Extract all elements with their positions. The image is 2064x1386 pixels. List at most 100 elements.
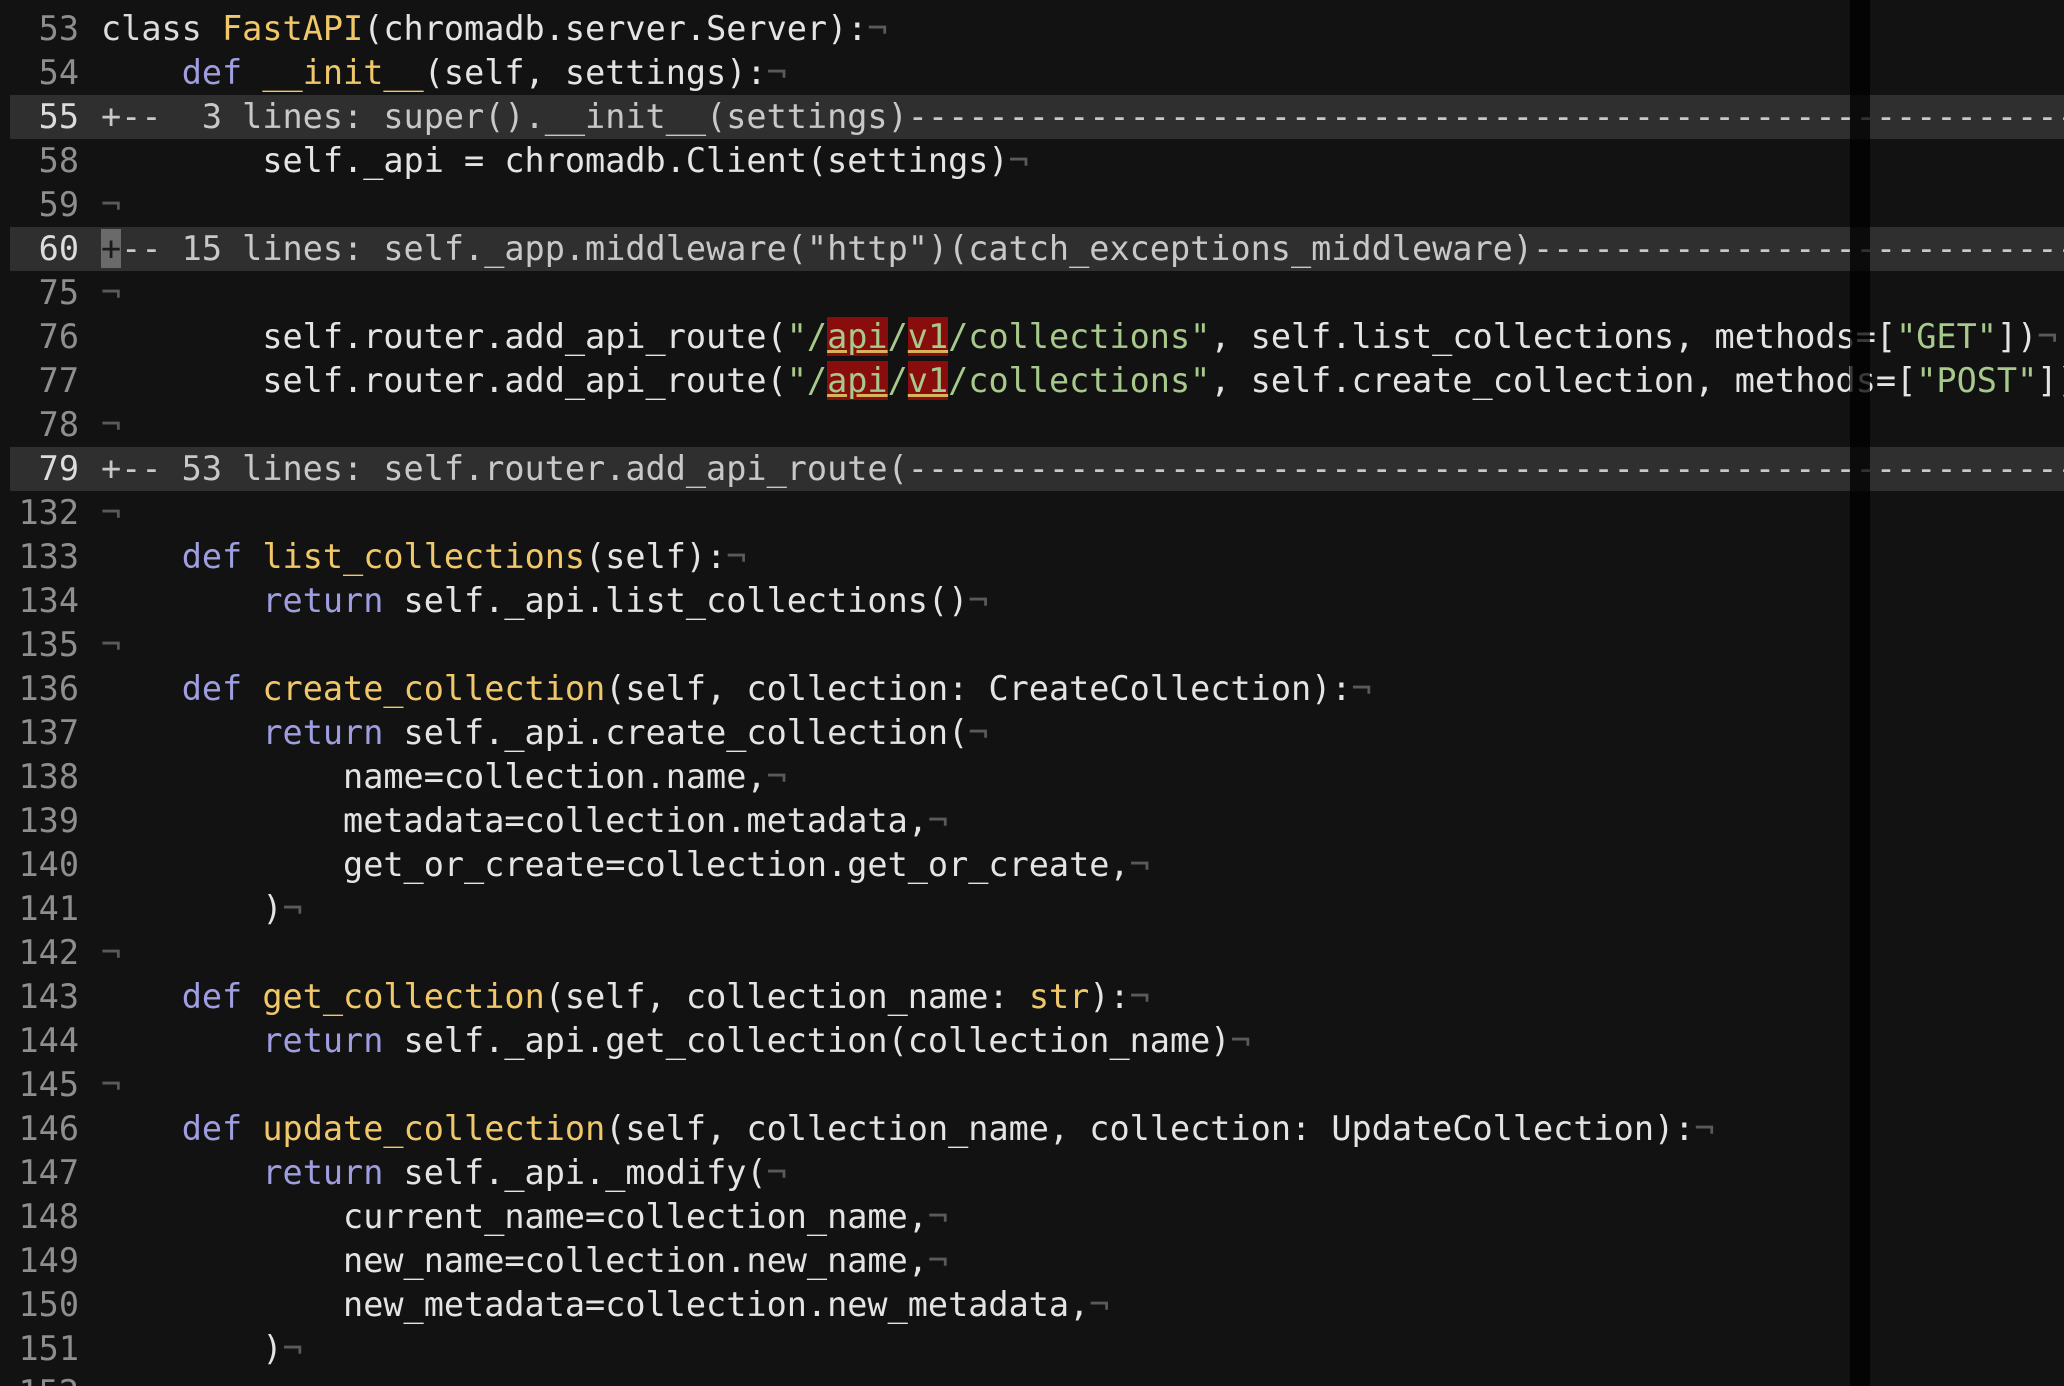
folded-line[interactable]: 79 +-- 53 lines: self.router.add_api_rout…	[10, 447, 2064, 491]
line-number: 60	[38, 229, 79, 268]
line-number: 58	[38, 141, 79, 180]
code-line[interactable]: 54 def __init__(self, settings):¬	[10, 51, 2064, 95]
code-line[interactable]: 150 new_metadata=collection.new_metadata…	[10, 1283, 2064, 1327]
code-text[interactable]: def get_collection(self, collection_name…	[101, 975, 1150, 1019]
code-token: new_metadata=collection.new_metadata,	[101, 1285, 1090, 1324]
fold-summary[interactable]: +-- 3 lines: super().__init__(settings)-…	[101, 95, 2064, 139]
code-text[interactable]: new_metadata=collection.new_metadata,¬	[101, 1283, 1109, 1327]
code-text[interactable]: def update_collection(self, collection_n…	[101, 1107, 1715, 1151]
line-number: 55	[38, 97, 79, 136]
code-token: self._api = chromadb.Client(settings)	[101, 141, 1009, 180]
code-line[interactable]: 140 get_or_create=collection.get_or_crea…	[10, 843, 2064, 887]
code-line[interactable]: 149 new_name=collection.new_name,¬	[10, 1239, 2064, 1283]
code-line[interactable]: 148 current_name=collection_name,¬	[10, 1195, 2064, 1239]
code-token: ----------------------------------------…	[1532, 229, 2064, 268]
code-line[interactable]: 144 return self._api.get_collection(coll…	[10, 1019, 2064, 1063]
folded-line[interactable]: 60 +-- 15 lines: self._app.middleware("ht…	[10, 227, 2064, 271]
line-number: 53	[38, 9, 79, 48]
code-line[interactable]: 146 def update_collection(self, collecti…	[10, 1107, 2064, 1151]
gutter-spacer	[79, 843, 101, 887]
code-line[interactable]: 137 return self._api.create_collection(¬	[10, 711, 2064, 755]
gutter-spacer	[79, 271, 101, 315]
eol-marker: ¬	[1129, 845, 1150, 884]
gutter-spacer	[79, 139, 101, 183]
code-token: list_collections	[262, 537, 586, 576]
eol-marker: ¬	[927, 1241, 949, 1280]
code-token: def	[181, 53, 243, 92]
code-line[interactable]: 152	[10, 1371, 2064, 1386]
code-text[interactable]: )¬	[101, 887, 302, 931]
code-text[interactable]: return self._api._modify(¬	[101, 1151, 786, 1195]
code-text[interactable]: self.router.add_api_route("/api/v1/colle…	[101, 315, 2057, 359]
code-token: , self.list_collections, methods=[	[1210, 317, 1897, 356]
code-token: +-- 3 lines: super().__init__(settings)	[101, 97, 908, 136]
line-number: 79	[38, 449, 79, 488]
code-token: v1	[907, 317, 949, 356]
code-line[interactable]: 134 return self._api.list_collections()¬	[10, 579, 2064, 623]
code-text[interactable]: return self._api.list_collections()¬	[101, 579, 988, 623]
code-text[interactable]: ¬	[101, 271, 121, 315]
code-line[interactable]: 58 self._api = chromadb.Client(settings)…	[10, 139, 2064, 183]
code-text[interactable]: ¬	[101, 1063, 121, 1107]
line-number: 143	[18, 977, 79, 1016]
code-line[interactable]: 145 ¬	[10, 1063, 2064, 1107]
code-text[interactable]: name=collection.name,¬	[101, 755, 787, 799]
code-editor[interactable]: 53 class FastAPI(chromadb.server.Server):…	[0, 0, 2064, 1386]
code-line[interactable]: 151 )¬	[10, 1327, 2064, 1371]
gutter-spacer	[79, 711, 101, 755]
code-line[interactable]: 135 ¬	[10, 623, 2064, 667]
code-line[interactable]: 139 metadata=collection.metadata,¬	[10, 799, 2064, 843]
code-text[interactable]: current_name=collection_name,¬	[101, 1195, 948, 1239]
code-text[interactable]: return self._api.create_collection(¬	[101, 711, 988, 755]
code-text[interactable]: ¬	[101, 491, 121, 535]
code-text[interactable]: )¬	[101, 1327, 302, 1371]
code-line[interactable]: 133 def list_collections(self):¬	[10, 535, 2064, 579]
code-line[interactable]: 147 return self._api._modify(¬	[10, 1151, 2064, 1195]
fold-summary[interactable]: +-- 15 lines: self._app.middleware("http…	[101, 227, 2064, 271]
line-number: 148	[18, 1197, 79, 1236]
code-text[interactable]: self._api = chromadb.Client(settings)¬	[101, 139, 1028, 183]
code-text[interactable]: get_or_create=collection.get_or_create,¬	[101, 843, 1150, 887]
code-text[interactable]: def list_collections(self):¬	[101, 535, 747, 579]
gutter-spacer	[79, 887, 101, 931]
gutter-spacer	[79, 1239, 101, 1283]
code-line[interactable]: 77 self.router.add_api_route("/api/v1/co…	[10, 359, 2064, 403]
code-token: update_collection	[262, 1109, 606, 1148]
code-token: create_collection	[262, 669, 606, 708]
code-text[interactable]: metadata=collection.metadata,¬	[101, 799, 948, 843]
code-token: get_collection	[262, 977, 545, 1016]
code-text[interactable]: def __init__(self, settings):¬	[101, 51, 787, 95]
fold-summary[interactable]: +-- 53 lines: self.router.add_api_route(…	[101, 447, 2064, 491]
code-token: )	[101, 889, 283, 928]
code-line[interactable]: 143 def get_collection(self, collection_…	[10, 975, 2064, 1019]
code-line[interactable]: 141 )¬	[10, 887, 2064, 931]
folded-line[interactable]: 55 +-- 3 lines: super().__init__(settings…	[10, 95, 2064, 139]
code-line[interactable]: 76 self.router.add_api_route("/api/v1/co…	[10, 315, 2064, 359]
code-text[interactable]: ¬	[101, 623, 121, 667]
code-line[interactable]: 136 def create_collection(self, collecti…	[10, 667, 2064, 711]
code-token: v1	[907, 361, 949, 400]
line-number: 144	[18, 1021, 79, 1060]
code-text[interactable]: class FastAPI(chromadb.server.Server):¬	[101, 7, 888, 51]
code-text[interactable]: ¬	[101, 183, 121, 227]
code-text[interactable]: ¬	[101, 931, 121, 975]
code-token: ])	[2037, 361, 2064, 400]
editor-lines[interactable]: 53 class FastAPI(chromadb.server.Server):…	[10, 7, 2064, 1386]
line-number: 138	[18, 757, 79, 796]
code-text[interactable]: return self._api.get_collection(collecti…	[101, 1019, 1250, 1063]
code-line[interactable]: 53 class FastAPI(chromadb.server.Server):…	[10, 7, 2064, 51]
code-line[interactable]: 78 ¬	[10, 403, 2064, 447]
code-line[interactable]: 138 name=collection.name,¬	[10, 755, 2064, 799]
code-text[interactable]: new_name=collection.new_name,¬	[101, 1239, 948, 1283]
code-text[interactable]: def create_collection(self, collection: …	[101, 667, 1372, 711]
code-text[interactable]: self.router.add_api_route("/api/v1/colle…	[101, 359, 2064, 403]
code-line[interactable]: 132 ¬	[10, 491, 2064, 535]
code-line[interactable]: 75 ¬	[10, 271, 2064, 315]
code-line[interactable]: 142 ¬	[10, 931, 2064, 975]
code-text[interactable]: ¬	[101, 403, 121, 447]
code-line[interactable]: 59 ¬	[10, 183, 2064, 227]
line-number: 77	[38, 361, 79, 400]
line-number: 151	[18, 1329, 79, 1368]
